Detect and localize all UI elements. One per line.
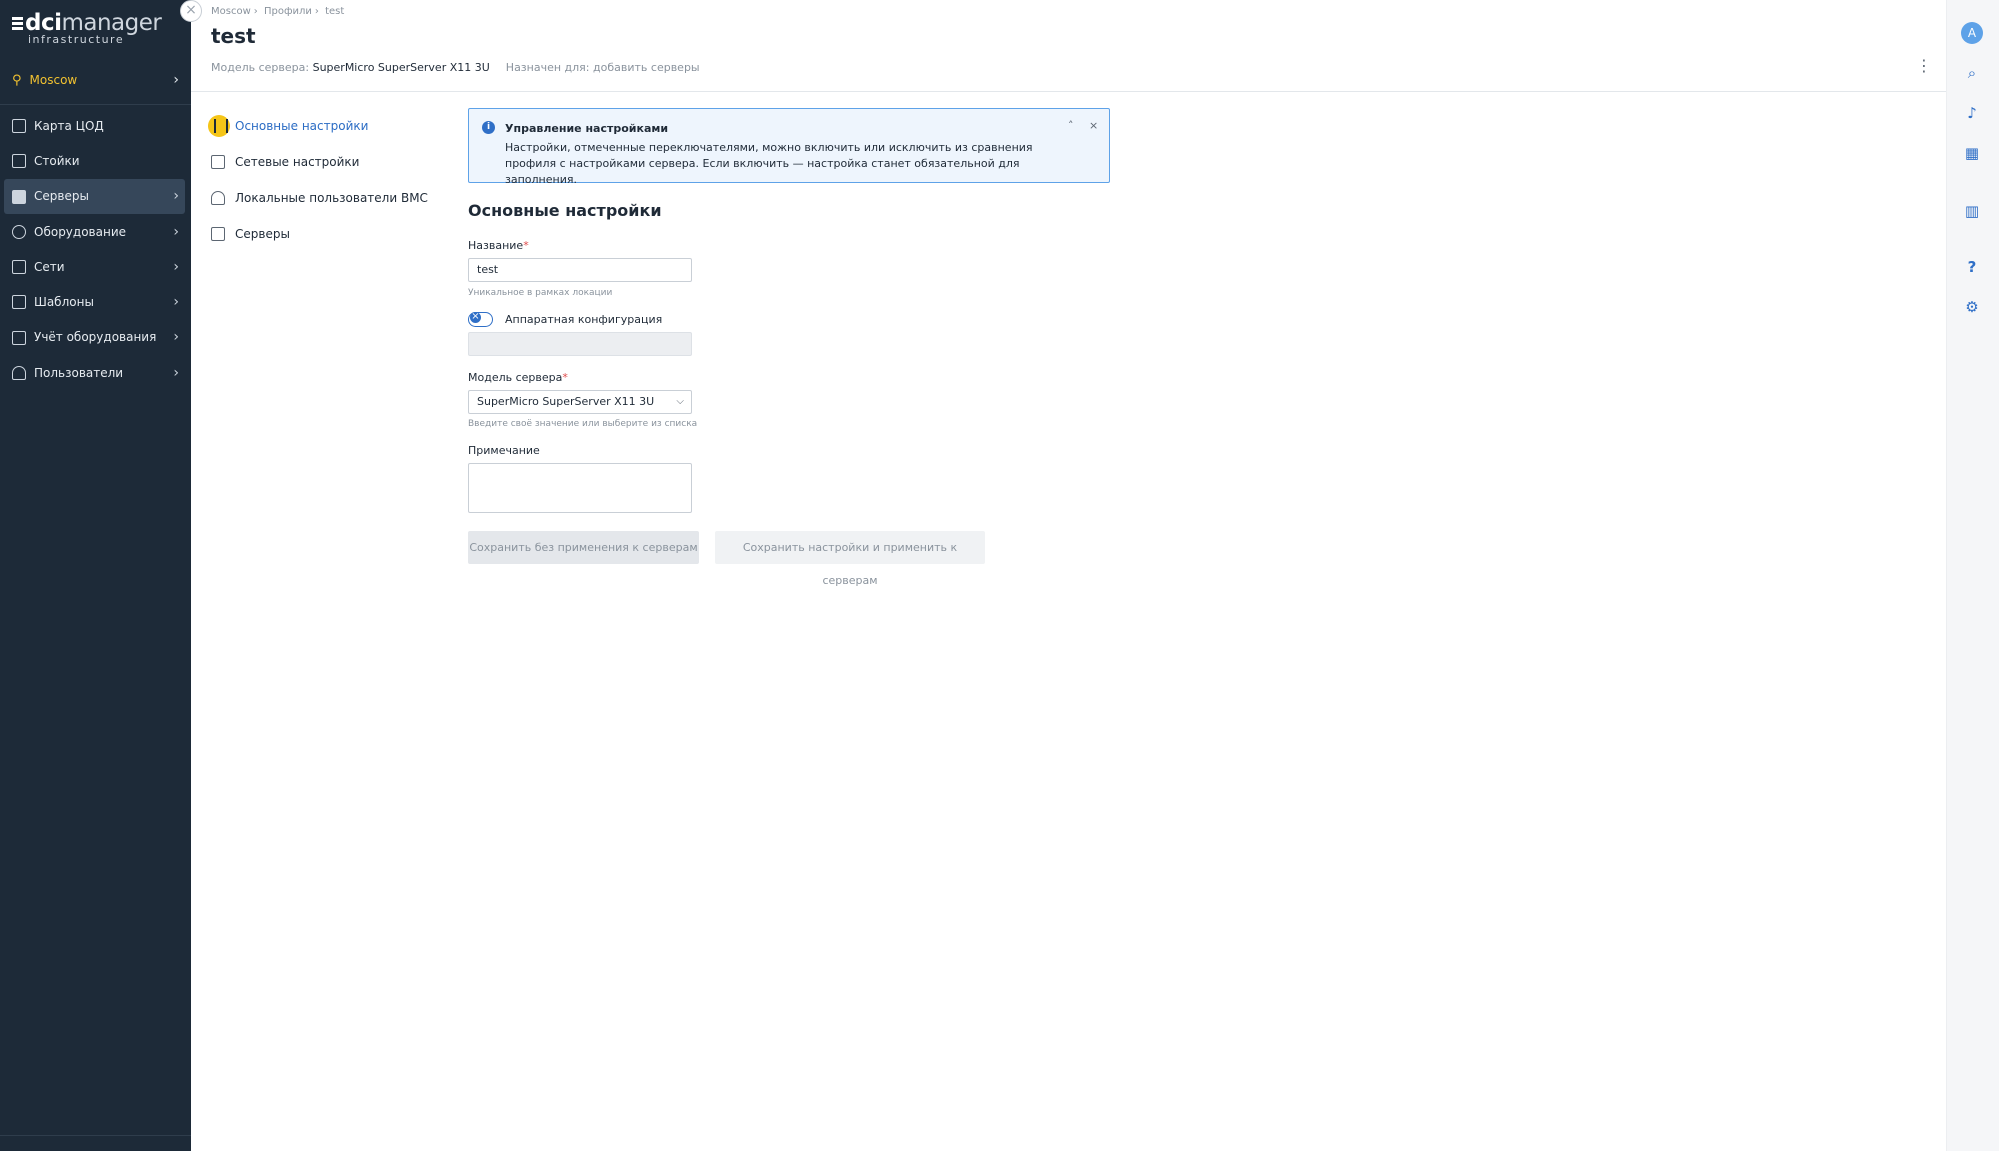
chart-icon[interactable]: ▥ xyxy=(1964,203,1980,219)
sidebar-item-label: Стойки xyxy=(34,153,80,168)
collapse-sidebar-button[interactable]: × xyxy=(180,0,202,22)
network-icon xyxy=(12,260,26,275)
equipment-icon xyxy=(12,224,26,239)
close-banner-icon[interactable]: × xyxy=(1089,119,1098,132)
server-model-meta: Модель сервера: SuperMicro SuperServer X… xyxy=(211,61,490,74)
assigned-meta: Назначен для: добавить серверы xyxy=(505,61,700,74)
warehouse-icon xyxy=(12,330,26,345)
info-icon: i xyxy=(482,121,495,134)
chevron-right-icon: › xyxy=(173,223,179,240)
server-model-value: SuperMicro SuperServer X11 3U xyxy=(312,61,490,74)
add-servers-link[interactable]: добавить серверы xyxy=(593,61,700,74)
breadcrumb-item: test xyxy=(325,6,345,17)
section-nav-label: Локальные пользователи BMC xyxy=(235,191,428,205)
server-model-select[interactable]: SuperMicro SuperServer X11 3U ⌵ xyxy=(468,390,692,414)
sidebar-item-networks[interactable]: Сети › xyxy=(0,249,191,284)
settings-sliders-icon xyxy=(208,115,230,137)
logo[interactable]: dci manager infrastructure xyxy=(12,10,162,50)
user-icon xyxy=(12,366,26,381)
sidebar-item-templates[interactable]: Шаблоны › xyxy=(0,284,191,319)
more-menu-icon[interactable]: ⋮ xyxy=(1916,56,1932,75)
chevron-right-icon: › xyxy=(173,72,179,88)
map-icon xyxy=(12,119,26,133)
note-textarea[interactable] xyxy=(468,463,692,513)
server-icon xyxy=(12,189,26,204)
breadcrumb-item[interactable]: Moscow xyxy=(211,6,251,17)
sidebar-item-inventory[interactable]: Учёт оборудования › xyxy=(0,320,191,355)
banner-title: Управление настройками xyxy=(505,122,669,135)
section-nav-basic[interactable]: Основные настройки xyxy=(208,108,428,144)
logo-bars-icon xyxy=(12,15,23,32)
sidebar-item-label: Сети xyxy=(34,259,65,274)
hw-config-toggle[interactable] xyxy=(468,312,493,327)
divider xyxy=(0,104,191,105)
model-label: Модель сервера* xyxy=(468,371,568,384)
sidebar: dci manager infrastructure ⚲ Moscow › Ка… xyxy=(0,0,191,1151)
pin-icon: ⚲ xyxy=(12,72,22,88)
sidebar-item-label: Серверы xyxy=(34,189,89,204)
sidebar-item-servers[interactable]: Серверы › xyxy=(4,178,185,214)
banner-text: Настройки, отмеченные переключателями, м… xyxy=(505,141,1033,186)
header-divider xyxy=(191,91,1946,92)
divider xyxy=(0,1135,191,1136)
rack-icon xyxy=(12,154,26,169)
sidebar-item-racks[interactable]: Стойки xyxy=(0,143,191,178)
sidebar-item-label: Учёт оборудования xyxy=(34,330,157,345)
model-hint: Введите своё значение или выберите из сп… xyxy=(468,419,698,429)
help-icon[interactable]: ? xyxy=(1964,259,1980,275)
user-icon xyxy=(211,191,225,205)
right-rail xyxy=(1946,0,1999,1151)
chevron-right-icon: › xyxy=(173,364,179,381)
required-mark: * xyxy=(562,371,568,384)
section-nav-label: Серверы xyxy=(235,227,290,241)
sidebar-item-label: Оборудование xyxy=(34,224,126,239)
sidebar-item-equipment[interactable]: Оборудование › xyxy=(0,214,191,249)
bell-icon[interactable]: ♪ xyxy=(1964,105,1980,121)
search-icon[interactable]: ⌕ xyxy=(1964,65,1980,81)
sidebar-item-label: Карта ЦОД xyxy=(34,118,104,133)
chevron-right-icon: › xyxy=(173,329,179,346)
collapse-banner-icon[interactable]: ˄ xyxy=(1068,119,1074,132)
sidebar-item-dc-map[interactable]: Карта ЦОД xyxy=(0,108,191,143)
page-title: test xyxy=(211,24,256,48)
network-settings-icon xyxy=(211,155,225,169)
location-label: Moscow xyxy=(29,73,78,87)
info-banner: i Управление настройками Настройки, отме… xyxy=(468,108,1110,186)
section-nav-label: Сетевые настройки xyxy=(235,155,360,169)
breadcrumb: Moscow › Профили › test xyxy=(211,6,345,17)
hw-config-label: Аппаратная конфигурация xyxy=(505,313,663,326)
section-nav-network[interactable]: Сетевые настройки xyxy=(208,144,428,180)
server-icon xyxy=(211,227,225,241)
section-nav: Основные настройки Сетевые настройки Лок… xyxy=(208,108,428,252)
save-without-apply-button[interactable]: Сохранить без применения к серверам xyxy=(468,531,699,564)
location-selector[interactable]: ⚲ Moscow › xyxy=(0,66,191,94)
avatar[interactable]: A xyxy=(1961,22,1983,44)
server-model-value: SuperMicro SuperServer X11 3U xyxy=(477,395,655,408)
hw-config-field xyxy=(468,332,692,356)
form-heading: Основные настройки xyxy=(468,201,662,220)
chevron-right-icon: › xyxy=(173,294,179,311)
name-hint: Уникальное в рамках локации xyxy=(468,288,613,298)
section-nav-servers[interactable]: Серверы xyxy=(208,216,428,252)
breadcrumb-item[interactable]: Профили xyxy=(264,6,312,17)
template-icon xyxy=(12,295,26,310)
dashboard-icon[interactable]: ▦ xyxy=(1964,145,1980,161)
gear-icon[interactable]: ⚙ xyxy=(1964,299,1980,315)
sidebar-nav: Карта ЦОД Стойки Серверы › Оборудование … xyxy=(0,108,191,390)
save-and-apply-button[interactable]: Сохранить настройки и применить к сервер… xyxy=(715,531,985,587)
sidebar-item-users[interactable]: Пользователи › xyxy=(0,355,191,390)
sidebar-item-label: Шаблоны xyxy=(34,295,94,310)
required-mark: * xyxy=(523,239,529,252)
chevron-down-icon: ⌵ xyxy=(676,396,684,407)
note-label: Примечание xyxy=(468,444,540,457)
page-meta: Модель сервера: SuperMicro SuperServer X… xyxy=(211,61,700,74)
name-field[interactable]: test xyxy=(468,258,692,282)
chevron-right-icon: › xyxy=(173,188,179,205)
section-nav-bmc-users[interactable]: Локальные пользователи BMC xyxy=(208,180,428,216)
sidebar-item-label: Пользователи xyxy=(34,365,124,380)
name-label: Название* xyxy=(468,239,529,252)
section-nav-label: Основные настройки xyxy=(235,119,369,133)
chevron-right-icon: › xyxy=(173,258,179,275)
